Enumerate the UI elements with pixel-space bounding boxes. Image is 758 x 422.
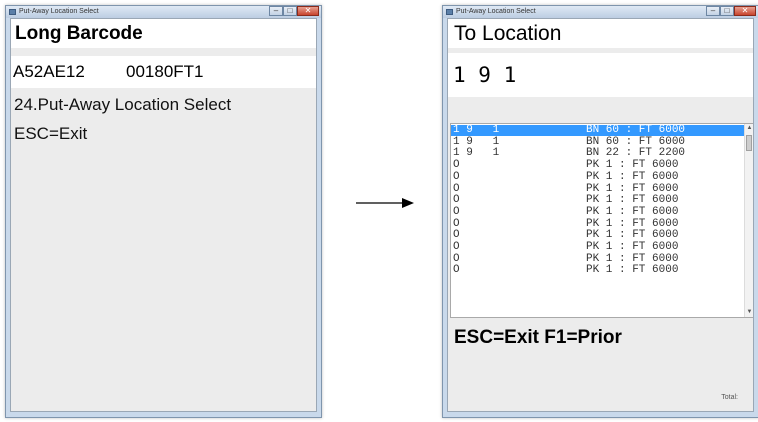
close-icon[interactable]: ✕ bbox=[734, 6, 756, 16]
minimize-icon[interactable]: – bbox=[269, 6, 283, 16]
barcode-field[interactable]: A52AE12 00180FT1 bbox=[11, 56, 316, 88]
left-client-area: Long Barcode A52AE12 00180FT1 24.Put-Awa… bbox=[10, 18, 317, 412]
close-icon[interactable]: ✕ bbox=[297, 6, 319, 16]
list-item-detail: PK 1 : FT 6000 bbox=[586, 194, 679, 207]
scroll-thumb[interactable] bbox=[746, 135, 752, 151]
maximize-icon[interactable]: □ bbox=[720, 6, 734, 16]
list-item-detail: BN 60 : FT 6000 bbox=[586, 124, 686, 136]
list-item[interactable]: O PK 1 : FT 6000 bbox=[451, 195, 747, 206]
left-title-bar[interactable]: Put-Away Location Select – □ ✕ bbox=[6, 6, 321, 18]
list-item-location: O bbox=[453, 241, 460, 253]
right-client-area: To Location 1 9 1 O PK 1 : FT 6000 O PK 1 :… bbox=[447, 18, 754, 412]
scroll-down-icon[interactable]: ▼ bbox=[745, 308, 753, 317]
app-icon bbox=[9, 9, 16, 15]
list-item-location: O bbox=[453, 170, 460, 183]
list-item-detail: PK 1 : FT 6000 bbox=[586, 264, 679, 277]
list-item[interactable]: 1 9 1 BN 60 : FT 6000 bbox=[451, 125, 747, 136]
right-header: To Location bbox=[448, 19, 753, 48]
list-item[interactable]: O PK 1 : FT 6000 bbox=[451, 265, 747, 276]
key-hints: ESC=Exit F1=Prior bbox=[454, 327, 622, 348]
right-window: Put-Away Location Select – □ ✕ To Locati… bbox=[442, 5, 758, 418]
list-item[interactable]: O PK 1 : FT 6000 bbox=[451, 205, 747, 218]
location-listbox[interactable]: O PK 1 : FT 6000 O PK 1 : FT 6000 O PK 1 : FT… bbox=[450, 123, 753, 318]
list-item-location: 1 9 1 bbox=[453, 147, 500, 160]
list-item-location: O bbox=[453, 205, 460, 218]
maximize-icon[interactable]: □ bbox=[283, 6, 297, 16]
app-icon bbox=[446, 9, 453, 15]
listbox-scrollbar[interactable]: ▲ ▼ bbox=[744, 124, 753, 317]
scroll-up-icon[interactable]: ▲ bbox=[745, 124, 753, 133]
exit-hint: ESC=Exit bbox=[14, 124, 88, 143]
minimize-icon[interactable]: – bbox=[706, 6, 720, 16]
right-window-title: Put-Away Location Select bbox=[456, 8, 536, 15]
left-window-title: Put-Away Location Select bbox=[19, 8, 99, 15]
list-item-detail: PK 1 : FT 6000 bbox=[586, 205, 679, 218]
list-item[interactable]: 1 9 1 BN 22 : FT 2200 bbox=[451, 148, 747, 159]
list-item-detail: PK 1 : FT 6000 bbox=[586, 241, 679, 253]
list-item-location: 1 9 1 bbox=[453, 135, 500, 148]
list-item[interactable]: O PK 1 : FT 6000 bbox=[451, 182, 747, 195]
list-item-detail: BN 60 : FT 6000 bbox=[586, 135, 686, 148]
list-item-detail: PK 1 : FT 6000 bbox=[586, 217, 679, 230]
left-header: Long Barcode bbox=[11, 19, 316, 48]
list-item[interactable]: O PK 1 : FT 6000 bbox=[451, 242, 747, 253]
list-item-detail: PK 1 : FT 6000 bbox=[586, 252, 679, 265]
list-item-detail: PK 1 : FT 6000 bbox=[586, 159, 679, 172]
total-label: Total: bbox=[721, 394, 738, 401]
list-item[interactable]: 1 9 1 BN 60 : FT 6000 bbox=[451, 135, 747, 148]
list-item[interactable]: O PK 1 : FT 6000 bbox=[451, 217, 747, 230]
function-line: 24.Put-Away Location Select bbox=[14, 95, 232, 114]
list-item[interactable]: O PK 1 : FT 6000 bbox=[451, 230, 747, 241]
list-item-detail: PK 1 : FT 6000 bbox=[586, 182, 679, 195]
list-item-detail: BN 22 : FT 2200 bbox=[586, 147, 686, 160]
to-location-input[interactable]: 1 9 1 bbox=[448, 53, 753, 97]
barcode-part1: A52AE12 bbox=[13, 62, 85, 81]
list-item-location: O bbox=[453, 229, 460, 242]
right-title-bar[interactable]: Put-Away Location Select – □ ✕ bbox=[443, 6, 758, 18]
list-item-location: O bbox=[453, 264, 460, 277]
list-item-location: O bbox=[453, 217, 460, 230]
list-item-detail: PK 1 : FT 6000 bbox=[586, 229, 679, 242]
list-item[interactable]: O PK 1 : FT 6000 bbox=[451, 252, 747, 265]
list-item-location: O bbox=[453, 182, 460, 195]
list-item-detail: PK 1 : FT 6000 bbox=[586, 170, 679, 183]
list-item-location: O bbox=[453, 159, 460, 172]
right-arrow-icon bbox=[356, 198, 414, 208]
left-window: Put-Away Location Select – □ ✕ Long Barc… bbox=[5, 5, 322, 418]
list-item[interactable]: O PK 1 : FT 6000 bbox=[451, 170, 747, 183]
list-item-location: 1 9 1 bbox=[453, 124, 500, 136]
list-item-location: O bbox=[453, 194, 460, 207]
barcode-part2: 00180FT1 bbox=[126, 62, 204, 81]
list-item-location: O bbox=[453, 252, 460, 265]
list-item[interactable]: O PK 1 : FT 6000 bbox=[451, 160, 747, 171]
